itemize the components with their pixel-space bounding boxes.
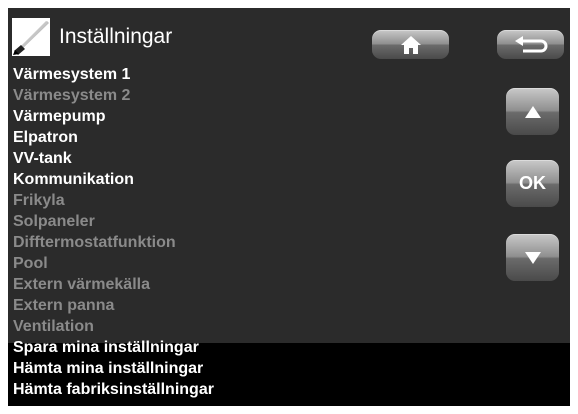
menu-item-vv-tank[interactable]: VV-tank [13, 148, 214, 169]
back-button[interactable] [497, 30, 564, 59]
scroll-up-button[interactable] [506, 88, 559, 135]
home-button[interactable] [372, 30, 449, 59]
menu-item-solpaneler[interactable]: Solpaneler [13, 211, 214, 232]
menu-item-varmesystem-2[interactable]: Värmesystem 2 [13, 85, 214, 106]
menu-item-varmepump[interactable]: Värmepump [13, 106, 214, 127]
page-title: Inställningar [59, 25, 173, 48]
menu-item-elpatron[interactable]: Elpatron [13, 127, 214, 148]
settings-menu: Värmesystem 1 Värmesystem 2 Värmepump El… [13, 64, 214, 400]
menu-item-pool[interactable]: Pool [13, 253, 214, 274]
home-icon [400, 35, 422, 55]
menu-item-extern-varmekalla[interactable]: Extern värmekälla [13, 274, 214, 295]
menu-item-hamta-mina-installningar[interactable]: Hämta mina inställningar [13, 358, 214, 379]
arrow-up-icon [524, 105, 541, 118]
arrow-down-icon [524, 251, 541, 264]
screwdriver-icon [12, 18, 50, 56]
menu-item-spara-mina-installningar[interactable]: Spara mina inställningar [13, 337, 214, 358]
menu-item-extern-panna[interactable]: Extern panna [13, 295, 214, 316]
ok-button[interactable]: OK [506, 160, 559, 207]
display-screen: Inställningar OK Värmesystem 1 Värmesyst… [8, 8, 570, 406]
menu-item-difftermostatfunktion[interactable]: Difftermostatfunktion [13, 232, 214, 253]
ok-label: OK [519, 173, 546, 193]
menu-item-kommunikation[interactable]: Kommunikation [13, 169, 214, 190]
menu-item-varmesystem-1[interactable]: Värmesystem 1 [13, 64, 214, 85]
menu-item-ventilation[interactable]: Ventilation [13, 316, 214, 337]
scroll-down-button[interactable] [506, 234, 559, 281]
back-arrow-icon [511, 35, 551, 55]
menu-item-hamta-fabriksinstallningar[interactable]: Hämta fabriksinställningar [13, 379, 214, 400]
menu-item-frikyla[interactable]: Frikyla [13, 190, 214, 211]
